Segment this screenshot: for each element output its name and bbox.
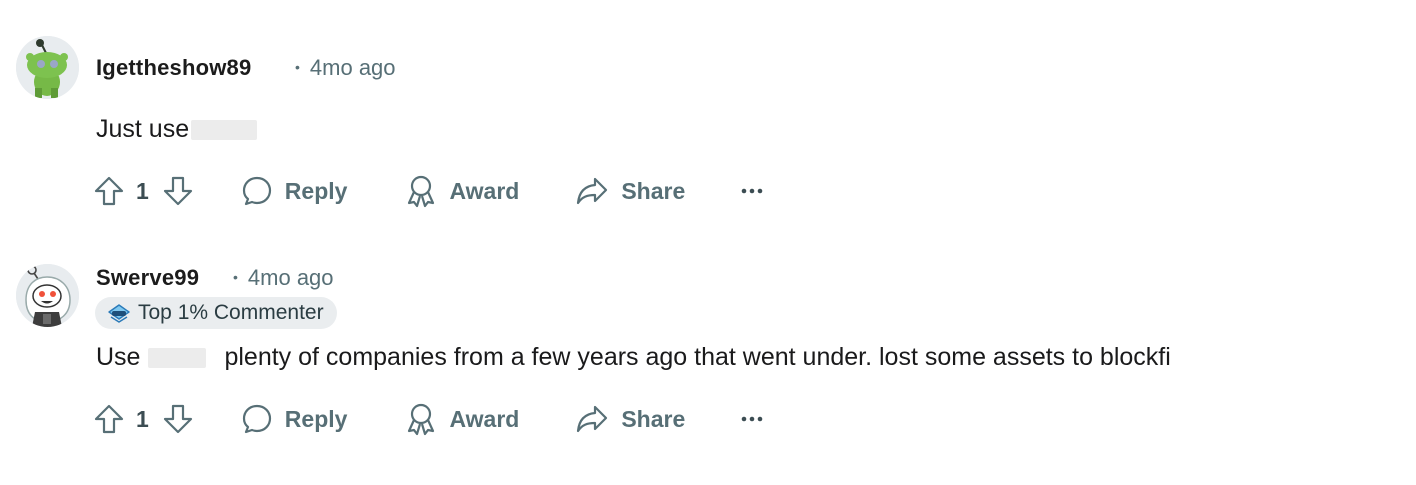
comment-bubble-icon (242, 176, 271, 206)
snoo-green-avatar-icon (16, 36, 79, 99)
more-options-button[interactable] (741, 187, 763, 195)
comment-body: Use plenty of companies from a few years… (96, 343, 1171, 372)
award-icon (408, 403, 435, 436)
award-label: Award (449, 177, 520, 204)
comment-meta: • 4mo ago (233, 265, 334, 291)
vote-count: 1 (136, 177, 149, 204)
share-arrow-icon (577, 405, 608, 433)
downvote-button[interactable] (161, 402, 195, 436)
top-commenter-icon (108, 304, 130, 323)
user-avatar[interactable] (16, 264, 79, 327)
comment-body: Just use (96, 115, 258, 144)
upvote-button[interactable] (92, 174, 126, 208)
award-icon (408, 175, 435, 208)
award-button[interactable]: Award (405, 402, 519, 436)
separator-dot: • (295, 59, 300, 75)
share-label: Share (621, 405, 686, 432)
comment-author[interactable]: Swerve99 (96, 265, 199, 291)
share-label: Share (621, 177, 686, 204)
ellipsis-icon (741, 188, 763, 194)
reply-label: Reply (284, 405, 348, 432)
comment-text: Use (96, 343, 141, 371)
comment-author[interactable]: Igettheshow89 (96, 55, 251, 81)
comment-meta: • 4mo ago (295, 55, 396, 81)
snoo-parka-avatar-icon (16, 264, 79, 327)
reply-button[interactable]: Reply (241, 175, 348, 207)
comment-text: Just use (96, 115, 190, 143)
comment-age[interactable]: 4mo ago (310, 55, 396, 80)
separator-dot: • (233, 269, 238, 285)
downvote-icon (163, 176, 192, 206)
comment-bubble-icon (242, 404, 271, 434)
upvote-button[interactable] (92, 402, 126, 436)
award-label: Award (449, 405, 520, 432)
ellipsis-icon (741, 416, 763, 422)
reply-label: Reply (284, 177, 348, 204)
share-button[interactable]: Share (575, 175, 685, 207)
more-options-button[interactable] (741, 415, 763, 423)
user-flair-badge: Top 1% Commenter (95, 297, 337, 329)
share-button[interactable]: Share (575, 403, 685, 435)
flair-label: Top 1% Commenter (138, 301, 324, 324)
comment-age[interactable]: 4mo ago (248, 265, 334, 290)
comment-actions: 1 Reply Award Share (92, 171, 763, 211)
comment-actions: 1 Reply Award Share (92, 399, 763, 439)
reply-button[interactable]: Reply (241, 403, 348, 435)
upvote-icon (94, 176, 124, 206)
comment-text-continued: plenty of companies from a few years ago… (224, 343, 1171, 371)
redacted-text (191, 119, 258, 140)
vote-count: 1 (136, 405, 149, 432)
upvote-icon (94, 404, 124, 434)
share-arrow-icon (577, 177, 608, 205)
award-button[interactable]: Award (405, 174, 519, 208)
downvote-icon (163, 404, 192, 434)
user-avatar[interactable] (16, 36, 79, 99)
downvote-button[interactable] (161, 174, 195, 208)
redacted-text (148, 347, 207, 368)
